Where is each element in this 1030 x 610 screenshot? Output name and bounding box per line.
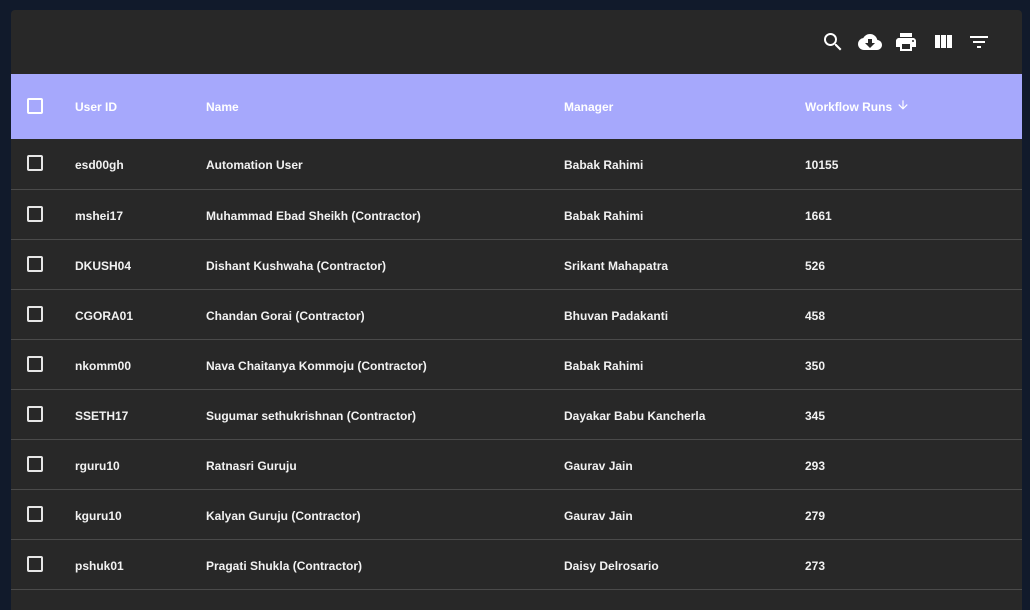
select-all-checkbox[interactable] xyxy=(27,98,43,114)
table-row[interactable]: mshei17 Muhammad Ebad Sheikh (Contractor)… xyxy=(11,190,1022,240)
cell-user-id: esd00gh xyxy=(75,158,124,172)
column-header-name[interactable]: Name xyxy=(206,100,239,114)
cell-manager: Babak Rahimi xyxy=(564,209,644,223)
row-checkbox[interactable] xyxy=(27,406,43,422)
column-header-workflow-runs-label: Workflow Runs xyxy=(805,100,893,114)
row-checkbox[interactable] xyxy=(27,456,43,472)
cell-manager: Daisy Delrosario xyxy=(564,559,659,573)
cell-name: Chandan Gorai (Contractor) xyxy=(206,309,365,323)
row-checkbox[interactable] xyxy=(27,155,43,171)
table-row[interactable]: CGORA01 Chandan Gorai (Contractor) Bhuvan … xyxy=(11,290,1022,340)
cell-name: Pragati Shukla (Contractor) xyxy=(206,559,363,573)
data-table-panel: User ID Name Manager Workflow Runs esd00… xyxy=(11,10,1022,610)
cell-manager: Babak Rahimi xyxy=(564,359,644,373)
cell-user-id: pshuk01 xyxy=(75,559,124,573)
cell-name: Sugumar sethukrishnan (Contractor) xyxy=(206,409,417,423)
cell-user-id: DKUSH04 xyxy=(75,259,132,273)
search-icon[interactable] xyxy=(821,30,845,54)
table-body: esd00gh Automation User Babak Rahimi 10155 m… xyxy=(11,139,1022,590)
table-row[interactable]: DKUSH04 Dishant Kushwaha (Contractor) Srik… xyxy=(11,240,1022,290)
cell-manager: Gaurav Jain xyxy=(564,459,633,473)
cell-user-id: kguru10 xyxy=(75,509,122,523)
cell-name: Ratnasri Guruju xyxy=(206,459,297,473)
cloud-download-icon[interactable] xyxy=(858,30,882,54)
table-row[interactable]: pshuk01 Pragati Shukla (Contractor) Daisy … xyxy=(11,540,1022,590)
cell-manager: Dayakar Babu Kancherla xyxy=(564,409,706,423)
row-checkbox[interactable] xyxy=(27,256,43,272)
cell-workflow-runs: 458 xyxy=(805,309,826,323)
table-header: User ID Name Manager Workflow Runs xyxy=(11,74,1022,139)
cell-user-id: nkomm00 xyxy=(75,359,132,373)
cell-name: Automation User xyxy=(206,158,303,172)
cell-user-id: rguru10 xyxy=(75,459,120,473)
column-header-manager[interactable]: Manager xyxy=(564,100,613,114)
cell-name: Dishant Kushwaha (Contractor) xyxy=(206,259,387,273)
cell-workflow-runs: 293 xyxy=(805,459,826,473)
table-row[interactable]: SSETH17 Sugumar sethukrishnan (Contractor… xyxy=(11,390,1022,440)
view-column-icon[interactable] xyxy=(931,30,955,54)
row-checkbox[interactable] xyxy=(27,556,43,572)
cell-manager: Gaurav Jain xyxy=(564,509,633,523)
cell-name: Nava Chaitanya Kommoju (Contractor) xyxy=(206,359,427,373)
cell-workflow-runs: 350 xyxy=(805,359,826,373)
table-toolbar xyxy=(11,10,1022,74)
cell-workflow-runs: 1661 xyxy=(805,209,832,223)
cell-manager: Bhuvan Padakanti xyxy=(564,309,669,323)
cell-name: Muhammad Ebad Sheikh (Contractor) xyxy=(206,209,421,223)
filter-list-icon[interactable] xyxy=(967,30,991,54)
cell-workflow-runs: 273 xyxy=(805,559,826,573)
row-checkbox[interactable] xyxy=(27,356,43,372)
cell-user-id: CGORA01 xyxy=(75,309,134,323)
row-checkbox[interactable] xyxy=(27,306,43,322)
row-checkbox[interactable] xyxy=(27,206,43,222)
cell-name: Kalyan Guruju (Contractor) xyxy=(206,509,361,523)
cell-manager: Babak Rahimi xyxy=(564,158,644,172)
cell-manager: Srikant Mahapatra xyxy=(564,259,669,273)
column-header-workflow-runs[interactable]: Workflow Runs xyxy=(805,100,910,115)
cell-user-id: mshei17 xyxy=(75,209,124,223)
cell-workflow-runs: 10155 xyxy=(805,158,839,172)
table-row[interactable]: kguru10 Kalyan Guruju (Contractor) Gaurav … xyxy=(11,490,1022,540)
sort-descending-icon[interactable] xyxy=(896,98,910,115)
table-row[interactable]: nkomm00 Nava Chaitanya Kommoju (Contracto… xyxy=(11,340,1022,390)
cell-workflow-runs: 345 xyxy=(805,409,826,423)
row-checkbox[interactable] xyxy=(27,506,43,522)
column-header-user-id[interactable]: User ID xyxy=(75,100,117,114)
print-icon[interactable] xyxy=(894,30,918,54)
cell-workflow-runs: 279 xyxy=(805,509,826,523)
table-row[interactable]: rguru10 Ratnasri Guruju Gaurav Jain 293 xyxy=(11,440,1022,490)
cell-user-id: SSETH17 xyxy=(75,409,129,423)
table-row[interactable]: esd00gh Automation User Babak Rahimi 10155 xyxy=(11,139,1022,190)
cell-workflow-runs: 526 xyxy=(805,259,826,273)
